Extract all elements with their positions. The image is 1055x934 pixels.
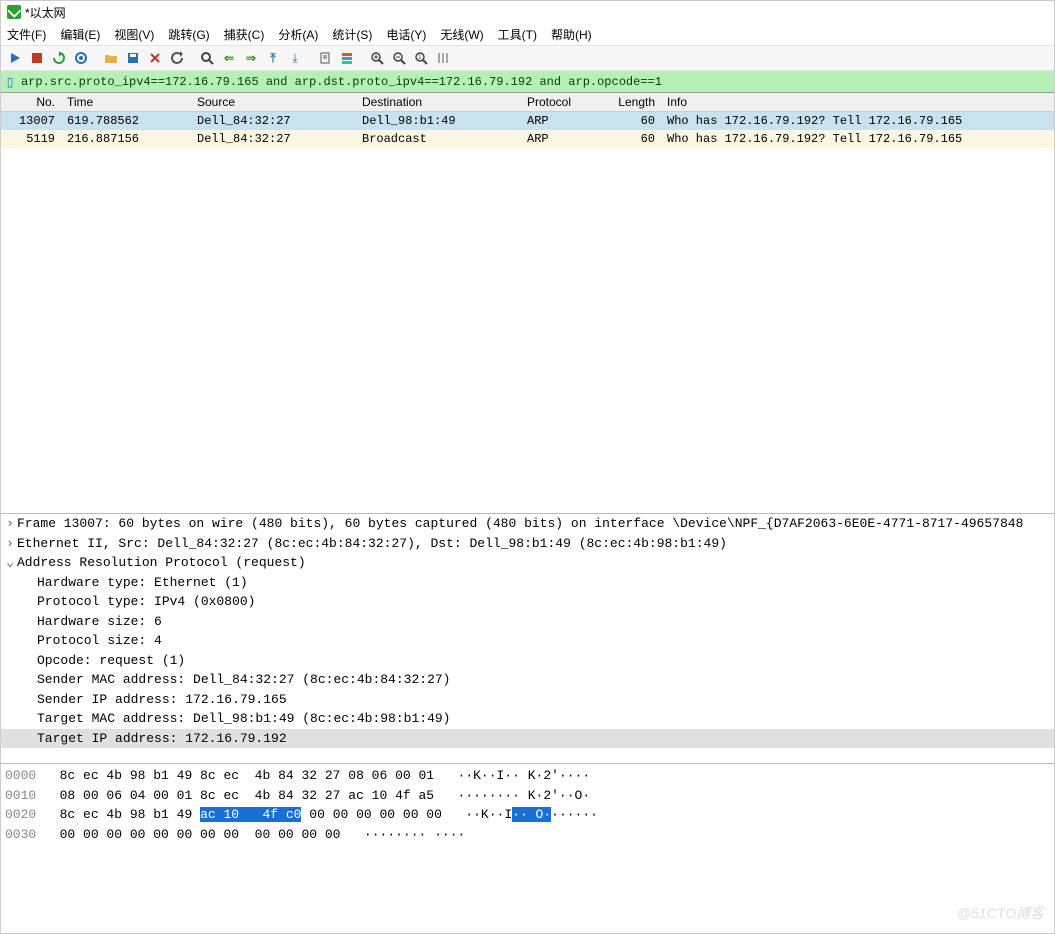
zoom-in-button[interactable] — [367, 48, 387, 68]
toolbar: ⇐ ⇒ ⤒ ⤓ 1 — [1, 45, 1054, 71]
hex-row[interactable]: 0010 08 00 06 04 00 01 8c ec 4b 84 32 27… — [5, 786, 1050, 806]
menu-file[interactable]: 文件(F) — [7, 26, 46, 43]
menu-wireless[interactable]: 无线(W) — [440, 26, 483, 43]
tree-arp-field[interactable]: Target MAC address: Dell_98:b1:49 (8c:ec… — [1, 709, 1054, 729]
tree-arp-field[interactable]: Protocol size: 4 — [1, 631, 1054, 651]
close-file-button[interactable] — [145, 48, 165, 68]
menu-view[interactable]: 视图(V) — [114, 26, 154, 43]
tree-arp-field[interactable]: Hardware type: Ethernet (1) — [1, 573, 1054, 593]
tree-arp-field-selected[interactable]: Target IP address: 172.16.79.192 — [1, 729, 1054, 749]
hex-row[interactable]: 0000 8c ec 4b 98 b1 49 8c ec 4b 84 32 27… — [5, 766, 1050, 786]
column-proto[interactable]: Protocol — [521, 93, 601, 111]
packet-row[interactable]: 13007 619.788562 Dell_84:32:27 Dell_98:b… — [1, 112, 1054, 130]
column-time[interactable]: Time — [61, 93, 191, 111]
watermark: @51CTO博客 — [957, 903, 1044, 923]
tree-arp-field[interactable]: Protocol type: IPv4 (0x0800) — [1, 592, 1054, 612]
hex-pane[interactable]: 0000 8c ec 4b 98 b1 49 8c ec 4b 84 32 27… — [1, 763, 1054, 873]
display-filter-bar: ▯ — [1, 71, 1054, 93]
find-button[interactable] — [197, 48, 217, 68]
menu-edit[interactable]: 编辑(E) — [60, 26, 100, 43]
packet-list-header: No. Time Source Destination Protocol Len… — [1, 93, 1054, 112]
column-dest[interactable]: Destination — [356, 93, 521, 111]
menu-analyze[interactable]: 分析(A) — [278, 26, 318, 43]
column-length[interactable]: Length — [601, 93, 661, 111]
zoom-reset-button[interactable]: 1 — [411, 48, 431, 68]
tree-arp[interactable]: ⌄ Address Resolution Protocol (request) — [1, 553, 1054, 573]
capture-options-button[interactable] — [71, 48, 91, 68]
colorize-button[interactable] — [337, 48, 357, 68]
expand-icon[interactable]: › — [3, 534, 17, 554]
stop-capture-button[interactable] — [27, 48, 47, 68]
window-title: *以太网 — [25, 4, 66, 21]
tree-arp-field[interactable]: Hardware size: 6 — [1, 612, 1054, 632]
wireshark-icon — [7, 5, 21, 19]
tree-frame[interactable]: › Frame 13007: 60 bytes on wire (480 bit… — [1, 514, 1054, 534]
open-file-button[interactable] — [101, 48, 121, 68]
go-forward-button[interactable]: ⇒ — [241, 48, 261, 68]
restart-capture-button[interactable] — [49, 48, 69, 68]
go-first-button[interactable]: ⤓ — [285, 48, 305, 68]
menu-capture[interactable]: 捕获(C) — [224, 26, 265, 43]
tree-arp-field[interactable]: Opcode: request (1) — [1, 651, 1054, 671]
hex-row[interactable]: 0020 8c ec 4b 98 b1 49 ac 10 4f c0 00 00… — [5, 805, 1050, 825]
tree-arp-field[interactable]: Sender MAC address: Dell_84:32:27 (8c:ec… — [1, 670, 1054, 690]
hex-selected-bytes: ac 10 4f c0 — [200, 807, 301, 822]
menu-tools[interactable]: 工具(T) — [498, 26, 537, 43]
resize-columns-button[interactable] — [433, 48, 453, 68]
bookmark-icon[interactable]: ▯ — [1, 75, 19, 89]
tree-ethernet[interactable]: › Ethernet II, Src: Dell_84:32:27 (8c:ec… — [1, 534, 1054, 554]
collapse-icon[interactable]: ⌄ — [3, 553, 17, 573]
reload-button[interactable] — [167, 48, 187, 68]
start-capture-button[interactable] — [5, 48, 25, 68]
go-to-packet-button[interactable]: ⤒ — [263, 48, 283, 68]
column-no[interactable]: No. — [1, 93, 61, 111]
go-back-button[interactable]: ⇐ — [219, 48, 239, 68]
hex-row[interactable]: 0030 00 00 00 00 00 00 00 00 00 00 00 00… — [5, 825, 1050, 845]
save-file-button[interactable] — [123, 48, 143, 68]
packet-row[interactable]: 5119 216.887156 Dell_84:32:27 Broadcast … — [1, 130, 1054, 148]
packet-details-pane[interactable]: › Frame 13007: 60 bytes on wire (480 bit… — [1, 513, 1054, 763]
menu-go[interactable]: 跳转(G) — [168, 26, 209, 43]
menu-telephony[interactable]: 电话(Y) — [386, 26, 426, 43]
column-info[interactable]: Info — [661, 93, 1054, 111]
menu-help[interactable]: 帮助(H) — [551, 26, 592, 43]
display-filter-input[interactable] — [19, 75, 1054, 89]
zoom-out-button[interactable] — [389, 48, 409, 68]
titlebar: *以太网 — [1, 1, 1054, 23]
expand-icon[interactable]: › — [3, 514, 17, 534]
menu-stats[interactable]: 统计(S) — [332, 26, 372, 43]
packet-list-pane[interactable]: No. Time Source Destination Protocol Len… — [1, 93, 1054, 513]
auto-scroll-button[interactable] — [315, 48, 335, 68]
menubar: 文件(F) 编辑(E) 视图(V) 跳转(G) 捕获(C) 分析(A) 统计(S… — [1, 23, 1054, 45]
column-source[interactable]: Source — [191, 93, 356, 111]
tree-arp-field[interactable]: Sender IP address: 172.16.79.165 — [1, 690, 1054, 710]
